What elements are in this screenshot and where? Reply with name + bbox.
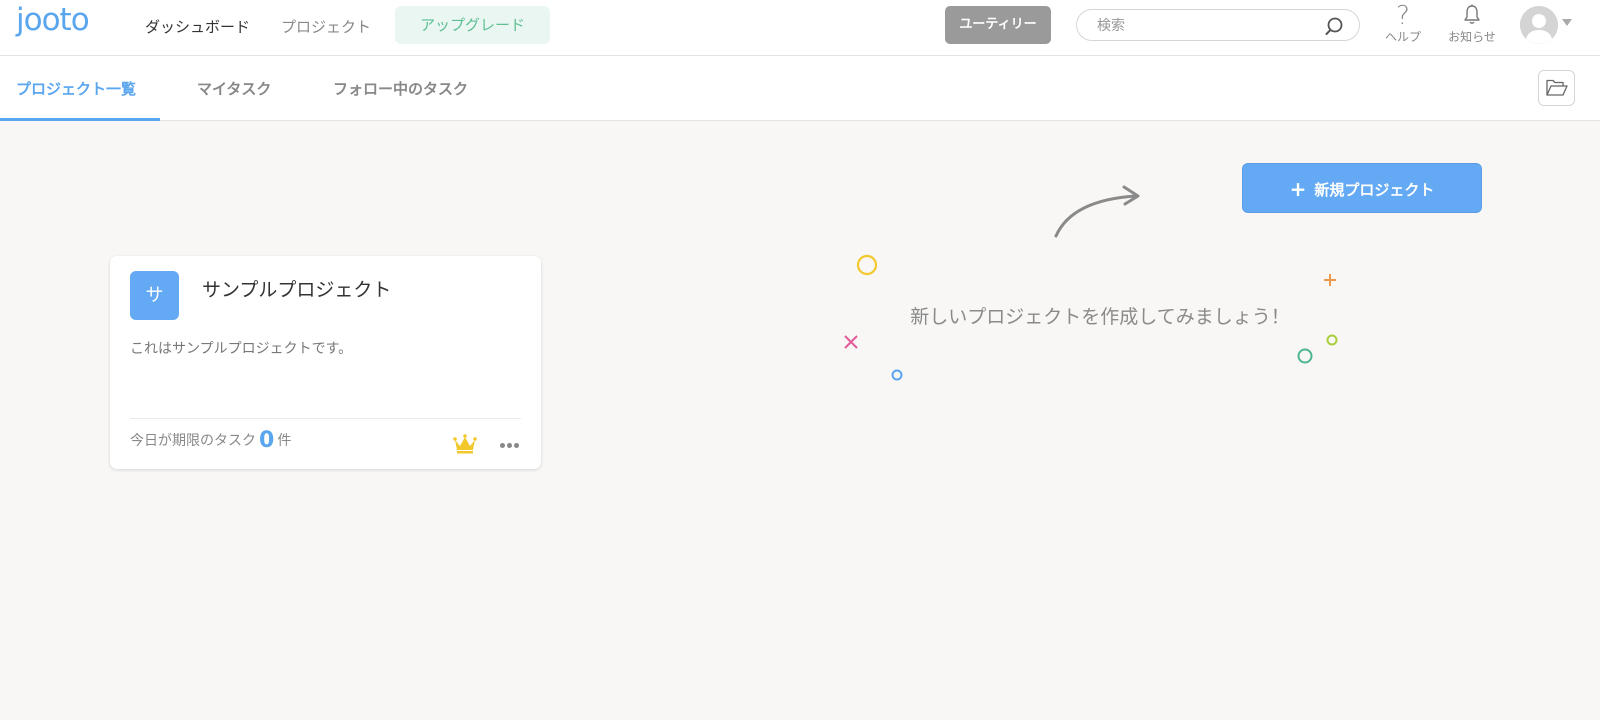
tab-my-tasks[interactable]: マイタスク <box>197 78 271 99</box>
new-project-button[interactable]: + 新規プロジェクト <box>1242 163 1482 213</box>
project-description: これはサンプルプロジェクトです。 <box>130 341 353 357</box>
nav-upgrade-button[interactable]: アップグレード <box>395 6 550 44</box>
due-today-count: 0 <box>259 428 275 453</box>
project-initial-badge: サ <box>130 271 179 320</box>
project-card[interactable]: サ サンプルプロジェクト これはサンプルプロジェクトです。 今日が期限のタスク 0… <box>110 256 541 469</box>
chevron-down-icon[interactable] <box>1562 19 1572 26</box>
due-today-summary: 今日が期限のタスク 0 件 <box>130 428 291 458</box>
help-label: ヘルプ <box>1384 30 1421 44</box>
curved-arrow-icon <box>1054 185 1140 238</box>
due-today-label: 今日が期限のタスク <box>130 433 256 449</box>
crown-icon <box>453 434 477 454</box>
project-title[interactable]: サンプルプロジェクト <box>202 275 391 302</box>
notifications-button[interactable]: お知らせ <box>1444 2 1500 52</box>
top-header: jooto ダッシュボード プロジェクト アップグレード ユーティリー ? ヘル… <box>0 0 1600 56</box>
user-avatar-icon <box>1520 6 1558 44</box>
yellow-circle-decoration <box>856 254 878 276</box>
new-project-label: 新規プロジェクト <box>1314 181 1435 199</box>
question-icon: ? <box>1396 1 1410 31</box>
nav-project[interactable]: プロジェクト <box>281 16 371 37</box>
empty-state-message: 新しいプロジェクトを作成してみましょう！ <box>910 306 1290 328</box>
user-avatar[interactable] <box>1520 6 1558 44</box>
more-options-icon[interactable] <box>500 435 526 453</box>
tab-following-tasks[interactable]: フォロー中のタスク <box>333 78 468 99</box>
help-button[interactable]: ? ヘルプ <box>1380 2 1426 52</box>
plus-icon: + <box>1289 177 1307 201</box>
blue-circle-decoration <box>891 369 903 381</box>
bell-icon <box>1464 4 1480 24</box>
green-circle-decoration <box>1297 348 1313 364</box>
search-input[interactable] <box>1097 15 1317 37</box>
pink-cross-decoration <box>844 335 858 349</box>
card-divider <box>130 418 521 419</box>
tab-project-list[interactable]: プロジェクト一覧 <box>16 78 136 99</box>
lime-circle-decoration <box>1326 334 1338 346</box>
nav-dashboard[interactable]: ダッシュボード <box>145 16 250 37</box>
notifications-label: お知らせ <box>1448 30 1496 44</box>
folder-open-icon <box>1546 79 1568 96</box>
user-tier-button[interactable]: ユーティリー <box>945 6 1051 44</box>
search-box <box>1076 9 1360 41</box>
project-tabs: プロジェクト一覧 マイタスク フォロー中のタスク <box>0 56 1600 121</box>
search-icon[interactable] <box>1323 15 1345 37</box>
active-tab-underline <box>0 118 160 121</box>
due-today-unit: 件 <box>277 433 292 449</box>
orange-plus-decoration <box>1324 274 1336 286</box>
archived-projects-button[interactable] <box>1538 70 1575 106</box>
jooto-logo[interactable]: jooto <box>16 2 90 38</box>
